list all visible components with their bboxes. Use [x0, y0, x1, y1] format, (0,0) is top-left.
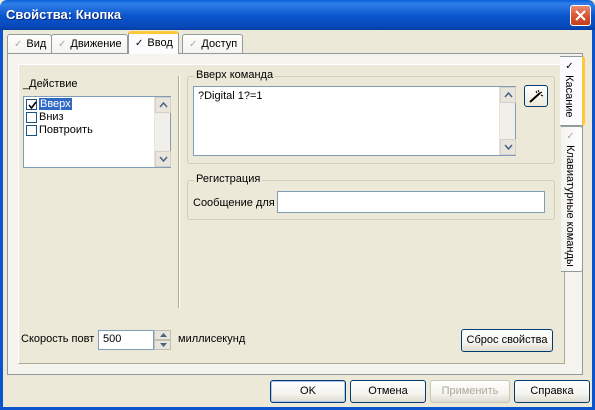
close-button[interactable] — [570, 5, 591, 26]
chevron-up-icon — [159, 102, 168, 108]
repeat-speed-label: Скорость повт — [21, 333, 95, 345]
help-button[interactable]: Справка — [514, 380, 590, 403]
registration-label: Регистрация — [194, 173, 263, 185]
check-icon — [28, 101, 37, 110]
tab-check-icon: ✓ — [189, 39, 198, 50]
list-scrollbar[interactable] — [154, 97, 171, 167]
command-wizard-button[interactable] — [524, 85, 548, 107]
list-item-label: Повтроить — [39, 124, 93, 136]
list-item[interactable]: Повтроить — [25, 124, 143, 137]
list-item[interactable]: Вверх — [25, 98, 143, 111]
spin-up-button[interactable] — [154, 330, 171, 340]
tab-motion[interactable]: ✓ Движение — [51, 34, 128, 53]
tab-label: Доступ — [201, 38, 238, 50]
side-tab-touch[interactable]: ✓ Касание — [560, 56, 585, 126]
message-input[interactable] — [277, 191, 545, 213]
repeat-speed-spinner[interactable] — [154, 330, 171, 350]
title-bar[interactable]: Свойства: Кнопка — [0, 0, 595, 30]
tab-label: Движение — [70, 38, 122, 50]
tab-label: Вид — [26, 38, 47, 50]
side-tab-keyboard[interactable]: ✓ Клавиатурные команды — [561, 126, 583, 272]
side-tab-label: ✓ Касание — [563, 61, 575, 118]
apply-button[interactable]: Применить — [430, 380, 510, 403]
window-frame-left — [0, 30, 3, 410]
chevron-down-icon — [504, 144, 513, 150]
tab-view[interactable]: ✓ Вид — [7, 34, 53, 53]
chevron-down-icon — [160, 343, 167, 347]
checkbox[interactable] — [26, 99, 37, 110]
reset-properties-button[interactable]: Сброс свойства — [461, 329, 553, 352]
checkbox[interactable] — [26, 112, 37, 123]
tab-check-icon: ✓ — [135, 38, 144, 49]
vertical-separator — [178, 76, 180, 308]
ok-button[interactable]: OK — [270, 380, 346, 403]
scroll-down-button[interactable] — [500, 139, 516, 155]
scroll-up-button[interactable] — [500, 87, 516, 103]
tab-input[interactable]: ✓ Ввод — [128, 31, 179, 54]
tab-check-icon: ✓ — [14, 39, 23, 50]
chevron-up-icon — [160, 333, 167, 337]
tab-access[interactable]: ✓ Доступ — [182, 34, 244, 53]
up-command-text: ?Digital 1?=1 — [198, 90, 263, 102]
list-item-label: Вниз — [39, 111, 64, 123]
tab-check-icon: ✓ — [565, 131, 576, 142]
action-group-label: _Действие — [23, 78, 78, 90]
list-item[interactable]: Вниз — [25, 111, 143, 124]
cancel-button[interactable]: Отмена — [350, 380, 426, 403]
close-icon — [575, 10, 586, 21]
side-tab-text: Клавиатурные команды — [564, 145, 576, 267]
scroll-up-button[interactable] — [155, 97, 171, 113]
chevron-up-icon — [504, 92, 513, 98]
side-tab-label: ✓ Клавиатурные команды — [564, 131, 576, 267]
scroll-down-button[interactable] — [155, 151, 171, 167]
magic-wand-icon — [529, 89, 544, 103]
chevron-down-icon — [159, 156, 168, 162]
action-list[interactable]: Вверх Вниз Повтроить — [23, 96, 171, 168]
repeat-speed-value: 500 — [103, 333, 122, 345]
repeat-unit-label: миллисекунд — [178, 333, 246, 345]
checkbox[interactable] — [26, 125, 37, 136]
spin-down-button[interactable] — [154, 340, 171, 350]
tab-check-icon: ✓ — [564, 61, 575, 72]
command-scrollbar[interactable] — [499, 87, 516, 155]
tab-label: Ввод — [147, 37, 173, 49]
up-command-input[interactable]: ?Digital 1?=1 — [193, 86, 516, 156]
repeat-speed-input[interactable]: 500 — [98, 330, 154, 350]
up-command-label: Вверх команда — [194, 69, 276, 81]
side-tab-text: Касание — [563, 75, 575, 118]
list-item-label: Вверх — [39, 98, 72, 110]
message-label: Сообщение для — [193, 197, 275, 209]
window-title: Свойства: Кнопка — [6, 7, 122, 22]
tab-check-icon: ✓ — [58, 39, 67, 50]
